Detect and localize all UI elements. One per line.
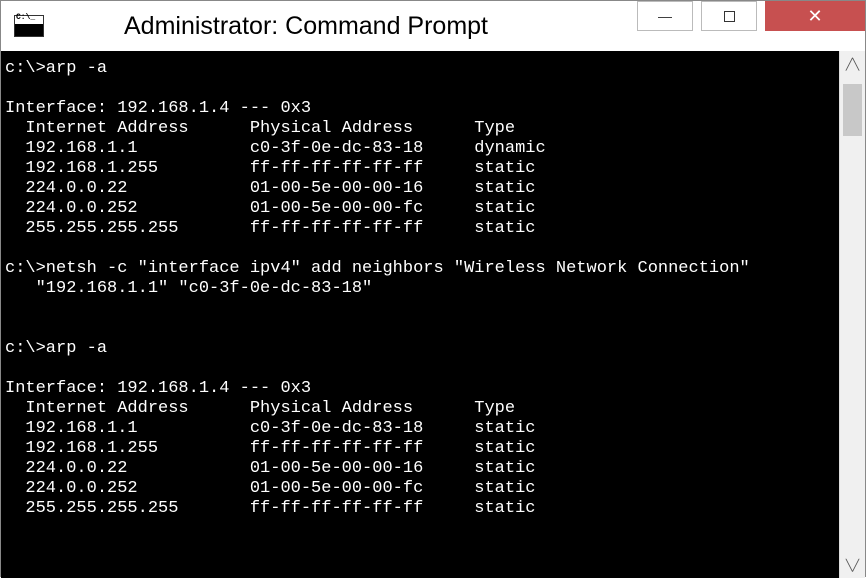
vertical-scrollbar[interactable]: ╱╲ ╲╱ [839, 51, 865, 578]
minimize-button[interactable]: — [637, 1, 693, 31]
maximize-button[interactable] [701, 1, 757, 31]
maximize-icon [724, 11, 735, 22]
window-titlebar[interactable]: Administrator: Command Prompt — ✕ [1, 1, 865, 51]
command-prompt-icon [14, 15, 44, 37]
terminal-output[interactable]: c:\>arp -a Interface: 192.168.1.4 --- 0x… [1, 51, 839, 578]
close-button[interactable]: ✕ [765, 1, 865, 31]
window-title: Administrator: Command Prompt [44, 12, 637, 41]
close-icon: ✕ [807, 6, 822, 27]
scroll-up-icon[interactable]: ╱╲ [840, 51, 865, 77]
minimize-icon: — [658, 8, 672, 24]
window-controls: — ✕ [637, 1, 865, 35]
scrollbar-thumb[interactable] [843, 84, 862, 136]
scroll-down-icon[interactable]: ╲╱ [840, 552, 865, 578]
